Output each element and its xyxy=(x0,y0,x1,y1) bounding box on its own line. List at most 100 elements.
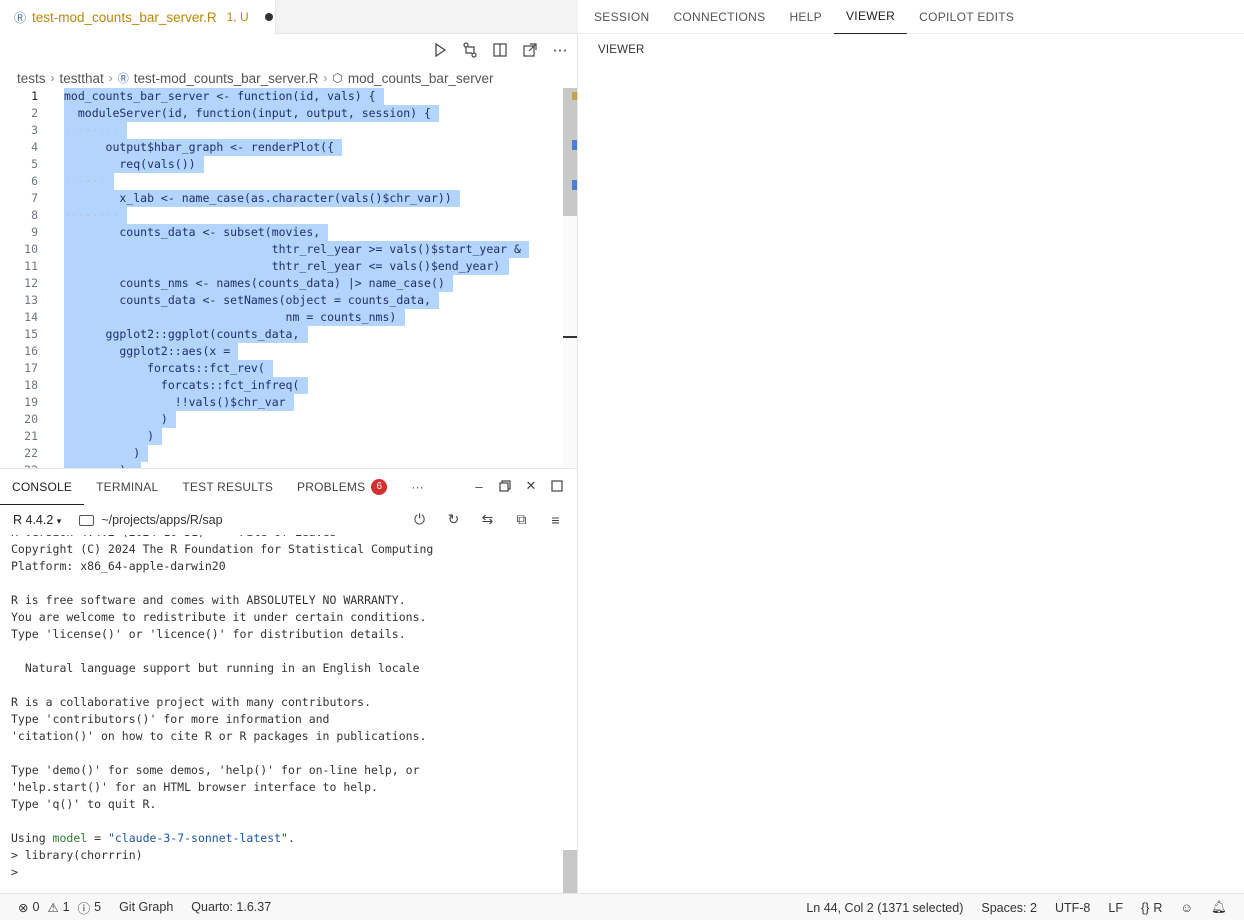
code-line[interactable]: 12 counts_nms <- names(counts_data) |> n… xyxy=(0,275,562,292)
power-icon[interactable]: ⏻ xyxy=(411,511,428,528)
code-line[interactable]: 9 counts_data <- subset(movies, xyxy=(0,224,562,241)
code-text: x_lab <- name_case(as.character(vals()$c… xyxy=(64,191,452,205)
problems-status[interactable]: ⊗ 0 ⚠ 1 ⓘ 5 xyxy=(0,898,110,917)
more-tabs-label: ··· xyxy=(411,480,424,494)
line-number: 2 xyxy=(31,106,38,120)
line-number: 16 xyxy=(24,344,38,358)
split-editor-icon[interactable] xyxy=(491,41,509,59)
line-number: 10 xyxy=(24,242,38,256)
console-line: Type 'license()' or 'licence()' for dist… xyxy=(11,627,406,641)
r-version-select[interactable]: R 4.4.2 ▾ xyxy=(13,513,61,527)
code-line[interactable]: 4 output$hbar_graph <- renderPlot({ xyxy=(0,139,562,156)
tab-help[interactable]: HELP xyxy=(777,0,834,34)
tab-connections[interactable]: CONNECTIONS xyxy=(661,0,777,34)
line-number: 5 xyxy=(31,157,38,171)
error-count: 0 xyxy=(32,900,40,914)
error-icon: ⊗ xyxy=(18,900,29,915)
code-text: forcats::fct_rev( xyxy=(64,361,265,375)
word-wrap-icon[interactable]: ⇆ xyxy=(479,511,496,528)
breadcrumb-item[interactable]: test-mod_counts_bar_server.R xyxy=(134,71,319,86)
code-line[interactable]: 20 ) xyxy=(0,411,562,428)
close-icon[interactable]: ✕ xyxy=(524,478,538,494)
tab-viewer[interactable]: VIEWER xyxy=(834,0,908,34)
notifications-icon[interactable]: 🔔︎ xyxy=(1202,900,1236,915)
code-text: counts_data <- subset(movies, xyxy=(64,225,321,239)
clear-console-icon[interactable]: ≡ xyxy=(547,511,564,528)
working-directory[interactable]: ~/projects/apps/R/sap xyxy=(79,513,223,527)
copilot-icon[interactable]: ☺ xyxy=(1171,901,1202,915)
open-in-editor-icon[interactable]: ⧉ xyxy=(513,511,530,528)
code-line[interactable]: 6 ······ xyxy=(0,173,562,190)
quarto-status[interactable]: Quarto: 1.6.37 xyxy=(182,900,280,914)
code-line[interactable]: 10 thtr_rel_year >= vals()$start_year & xyxy=(0,241,562,258)
more-actions-icon[interactable]: ⋯ xyxy=(551,41,569,59)
line-number: 22 xyxy=(24,446,38,460)
git-graph-status[interactable]: Git Graph xyxy=(110,900,182,914)
restore-icon[interactable] xyxy=(498,478,512,494)
maximize-icon[interactable] xyxy=(550,478,564,494)
tab-problems[interactable]: PROBLEMS 6 xyxy=(285,469,399,505)
code-text: output$hbar_graph <- renderPlot({ xyxy=(64,140,335,154)
code-line[interactable]: 13 counts_data <- setNames(object = coun… xyxy=(0,292,562,309)
code-line[interactable]: 15 ggplot2::ggplot(counts_data, xyxy=(0,326,562,343)
code-line[interactable]: 14 nm = counts_nms) xyxy=(0,309,562,326)
run-icon[interactable] xyxy=(431,41,449,59)
code-line[interactable]: 19 !!vals()$chr_var xyxy=(0,394,562,411)
code-line[interactable]: 17 forcats::fct_rev( xyxy=(0,360,562,377)
indentation[interactable]: Spaces: 2 xyxy=(972,901,1046,915)
line-number: 17 xyxy=(24,361,38,375)
breadcrumb-item[interactable]: tests xyxy=(17,71,46,86)
panel-controls: – ✕ xyxy=(472,478,564,494)
code-line[interactable]: 18 forcats::fct_infreq( xyxy=(0,377,562,394)
code-text: !!vals()$chr_var xyxy=(64,395,286,409)
code-line[interactable]: 2 moduleServer(id, function(input, outpu… xyxy=(0,105,562,122)
code-text: ) xyxy=(64,412,168,426)
code-line[interactable]: 3 ········ xyxy=(0,122,562,139)
line-number: 20 xyxy=(24,412,38,426)
console-output[interactable]: R version 4.4.2 (2024-10-31) -- "Pile of… xyxy=(0,535,562,894)
code-line[interactable]: 5 req(vals()) xyxy=(0,156,562,173)
restart-icon[interactable]: ↻ xyxy=(445,511,462,528)
end-of-line[interactable]: LF xyxy=(1099,901,1132,915)
code-editor[interactable]: 1 mod_counts_bar_server <- function(id, v… xyxy=(0,88,562,468)
unsaved-dot-icon[interactable] xyxy=(264,13,273,21)
r-file-icon: Ⓡ xyxy=(117,73,129,85)
more-tabs-button[interactable]: ··· xyxy=(399,469,436,505)
breadcrumb-item[interactable]: mod_counts_bar_server xyxy=(348,71,494,86)
breadcrumb-item[interactable]: testthat xyxy=(60,71,104,86)
encoding[interactable]: UTF-8 xyxy=(1046,901,1099,915)
language-mode[interactable]: {} R xyxy=(1132,901,1171,915)
tab-console[interactable]: CONSOLE xyxy=(0,469,85,505)
cursor-marker xyxy=(563,336,577,338)
console-line: R is a collaborative project with many c… xyxy=(11,695,372,709)
code-line[interactable]: 21 ) xyxy=(0,428,562,445)
tab-terminal[interactable]: TERMINAL xyxy=(84,469,170,505)
code-line[interactable]: 16 ggplot2::aes(x = xyxy=(0,343,562,360)
editor-tab-active[interactable]: Ⓡ test-mod_counts_bar_server.R 1, U xyxy=(0,0,276,34)
code-text: nm = counts_nms) xyxy=(64,310,397,324)
code-line[interactable]: 11 thtr_rel_year <= vals()$end_year) xyxy=(0,258,562,275)
chevron-right-icon: › xyxy=(50,71,55,85)
model-line-mid: = xyxy=(87,831,108,845)
code-line[interactable]: 8 ········ xyxy=(0,207,562,224)
minimize-icon[interactable]: – xyxy=(472,478,486,494)
r-file-icon: Ⓡ xyxy=(14,10,27,25)
editor-actions: ⋯ xyxy=(431,38,569,62)
tab-test-results[interactable]: TEST RESULTS xyxy=(170,469,285,505)
console-line: 'help.start()' for an HTML browser inter… xyxy=(11,780,378,794)
code-line[interactable]: 7 x_lab <- name_case(as.character(vals()… xyxy=(0,190,562,207)
code-line[interactable]: 1 mod_counts_bar_server <- function(id, v… xyxy=(0,88,562,105)
tab-session[interactable]: SESSION xyxy=(582,0,661,34)
console-line: Natural language support but running in … xyxy=(11,661,420,675)
console-prompt[interactable]: > xyxy=(0,864,562,881)
compare-changes-icon[interactable] xyxy=(461,41,479,59)
open-external-icon[interactable] xyxy=(521,41,539,59)
editor-scrollbar[interactable] xyxy=(563,88,577,468)
tab-copilot-edits[interactable]: COPILOT EDITS xyxy=(907,0,1026,34)
code-line[interactable]: 22 ) xyxy=(0,445,562,462)
scrollbar-thumb[interactable] xyxy=(563,88,577,216)
console-scrollbar-thumb[interactable] xyxy=(563,850,577,894)
line-number: 15 xyxy=(24,327,38,341)
cursor-position[interactable]: Ln 44, Col 2 (1371 selected) xyxy=(797,901,972,915)
